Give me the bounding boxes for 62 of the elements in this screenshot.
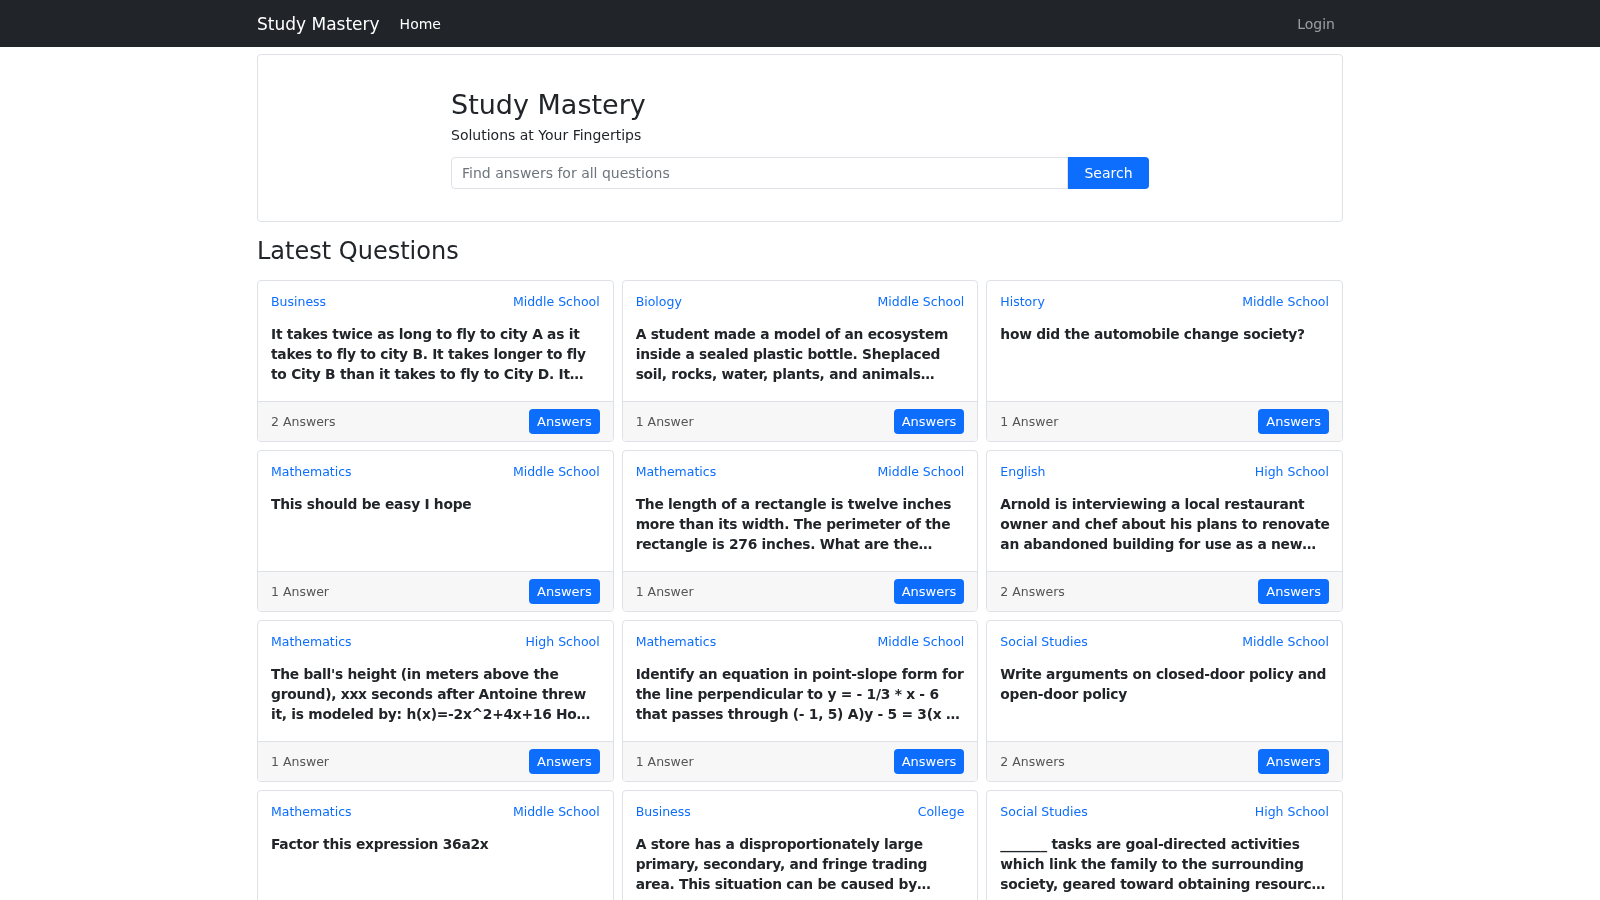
subject-link[interactable]: Social Studies: [1000, 804, 1088, 819]
subject-link[interactable]: Business: [635, 804, 691, 819]
subject-link[interactable]: Mathematics: [271, 804, 352, 819]
question-text[interactable]: It takes twice as long to fly to city A as it takes to fly to city B. It takes longer to fly to City B than it takes to fly to City D. It…: [271, 324, 602, 384]
answer-count: 2 Answers: [1000, 754, 1065, 769]
question-text[interactable]: Factor this expression 36a2x: [271, 834, 602, 854]
answer-count: 1 Answer: [1000, 414, 1059, 429]
answers-button[interactable]: Answers: [1258, 409, 1329, 434]
answers-button[interactable]: Answers: [529, 409, 600, 434]
level-link[interactable]: Middle School: [512, 294, 600, 309]
answers-button[interactable]: Answers: [1258, 579, 1329, 604]
question-text[interactable]: This should be easy I hope: [271, 494, 602, 514]
hero-subtitle: Solutions at Your Fingertips: [451, 127, 643, 143]
question-text[interactable]: A student made a model of an ecosystem inside a sealed plastic bottle. Sheplaced soil, rocks, water, plants, and animals…: [635, 324, 967, 384]
subject-link[interactable]: Business: [271, 294, 327, 309]
level-link[interactable]: Middle School: [877, 464, 965, 479]
section-title: Latest Questions: [257, 236, 460, 266]
answers-button[interactable]: Answers: [529, 749, 600, 774]
subject-link[interactable]: Mathematics: [271, 634, 352, 649]
question-text[interactable]: Arnold is interviewing a local restaurant owner and chef about his plans to renovate an abandoned building for use as a new…: [1000, 494, 1331, 554]
level-link[interactable]: High School: [1254, 464, 1329, 479]
level-link[interactable]: High School: [525, 634, 600, 649]
level-link[interactable]: High School: [1254, 804, 1329, 819]
answer-count: 1 Answer: [271, 584, 329, 599]
answers-button[interactable]: Answers: [1258, 749, 1329, 774]
answer-count: 1 Answer: [635, 414, 694, 429]
answer-count: 1 Answer: [271, 754, 329, 769]
subject-link[interactable]: Biology: [635, 294, 682, 309]
answers-button[interactable]: Answers: [893, 579, 965, 604]
answers-button[interactable]: Answers: [529, 579, 600, 604]
search-field[interactable]: Find answers for all questions: [451, 157, 1068, 189]
level-link[interactable]: Middle School: [877, 294, 965, 309]
answer-count: 2 Answers: [1000, 584, 1065, 599]
answer-count: 2 Answers: [271, 414, 336, 429]
answer-count: 1 Answer: [635, 584, 694, 599]
question-text[interactable]: Identify an equation in point-slope form for the line perpendicular to y = - 1/3 * x - 6 that passes through (- 1, 5) A)y - 5 = 3(x …: [635, 664, 967, 724]
subject-link[interactable]: Mathematics: [635, 634, 717, 649]
login-link[interactable]: Login: [1297, 15, 1335, 32]
level-link[interactable]: Middle School: [512, 804, 600, 819]
search-button[interactable]: Search: [1068, 157, 1149, 189]
hero-title: Study Mastery: [451, 88, 647, 122]
nav-link[interactable]: Home: [399, 15, 441, 32]
question-text[interactable]: The length of a rectangle is twelve inches more than its width. The perimeter of the rectangle is 276 inches. What are the…: [635, 494, 967, 554]
subject-link[interactable]: English: [1000, 464, 1046, 479]
level-link[interactable]: Middle School: [1242, 294, 1329, 309]
subject-link[interactable]: Social Studies: [1000, 634, 1088, 649]
question-text[interactable]: The ball's height (in meters above the ground), xxx seconds after Antoine threw it, is modeled by: h(x)=-2x^2+4x+16 Ho…: [271, 664, 602, 724]
question-text[interactable]: how did the automobile change society?: [1000, 324, 1331, 344]
question-text[interactable]: A store has a disproportionately large primary, secondary, and fringe trading area. This situation can be caused by…: [635, 834, 967, 894]
question-text[interactable]: _______ tasks are goal-directed activities which link the family to the surrounding society, geared toward obtaining resourc…: [1000, 834, 1331, 894]
level-link[interactable]: Middle School: [1242, 634, 1329, 649]
level-link[interactable]: College: [917, 804, 965, 819]
answer-count: 1 Answer: [635, 754, 694, 769]
brand-link[interactable]: Study Mastery: [257, 13, 380, 34]
answers-button[interactable]: Answers: [893, 409, 965, 434]
answers-button[interactable]: Answers: [893, 749, 965, 774]
subject-link[interactable]: Mathematics: [635, 464, 717, 479]
level-link[interactable]: Middle School: [512, 464, 600, 479]
subject-link[interactable]: Mathematics: [271, 464, 352, 479]
question-text[interactable]: Write arguments on closed-door policy and open-door policy: [1000, 664, 1331, 704]
level-link[interactable]: Middle School: [877, 634, 965, 649]
subject-link[interactable]: History: [1000, 294, 1045, 309]
